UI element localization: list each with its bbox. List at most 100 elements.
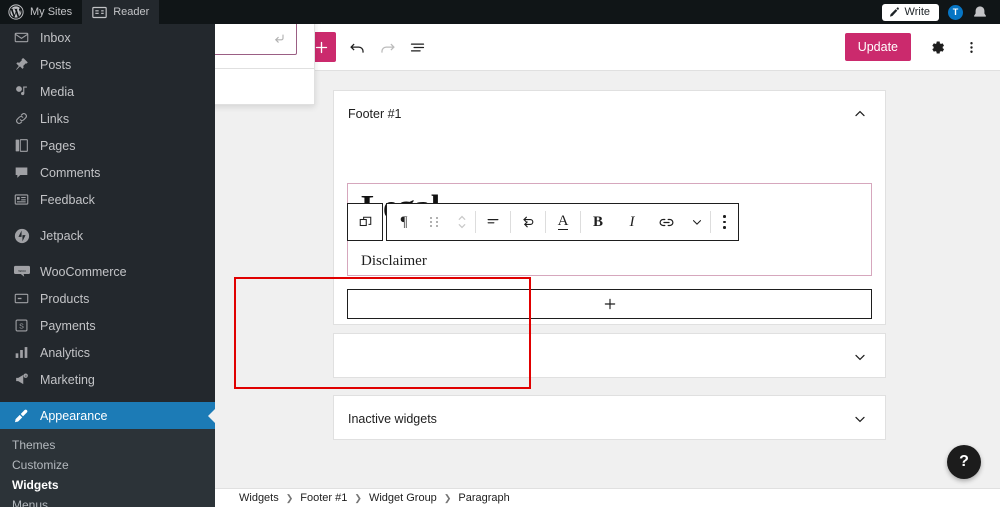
breadcrumb-separator: ❯ xyxy=(354,492,362,503)
sidebar-subitem-menus[interactable]: Menus xyxy=(0,495,215,507)
analytics-bars-icon xyxy=(12,345,31,360)
jetpack-icon xyxy=(12,228,31,244)
sidebar-separator xyxy=(0,213,215,222)
sidebar-item-posts[interactable]: Posts xyxy=(0,51,215,78)
sidebar-subitem-widgets[interactable]: Widgets xyxy=(0,475,215,495)
sidebar-item-jetpack[interactable]: Jetpack xyxy=(0,222,215,249)
adminbar-my-sites-label: My Sites xyxy=(30,6,73,18)
underlined-a-icon: A xyxy=(557,212,569,231)
svg-text:woo: woo xyxy=(18,268,26,273)
breadcrumb: Widgets ❯ Footer #1 ❯ Widget Group ❯ Paragraph xyxy=(215,488,1000,507)
align-text-button[interactable] xyxy=(476,204,510,240)
undo-arrow-icon xyxy=(350,43,364,53)
wp-admin-bar: My Sites Reader Write T xyxy=(0,0,1000,24)
block-toolbar-main-group: ¶ A B I xyxy=(386,203,739,241)
adminbar-my-sites[interactable]: My Sites xyxy=(0,0,82,24)
drag-dots-icon xyxy=(430,217,439,227)
help-button[interactable]: ? xyxy=(947,445,981,479)
panel-title: Inactive widgets xyxy=(348,411,437,426)
sidebar-item-links[interactable]: Links xyxy=(0,105,215,132)
drag-handle-button[interactable] xyxy=(421,204,448,240)
breadcrumb-item[interactable]: Paragraph xyxy=(458,492,509,504)
italic-button[interactable]: I xyxy=(615,204,649,240)
chevron-down-icon[interactable] xyxy=(852,349,868,365)
redo-button[interactable] xyxy=(372,32,402,62)
sidebar-item-label: Payments xyxy=(40,318,96,333)
update-button[interactable]: Update xyxy=(844,33,911,61)
woocommerce-icon: woo xyxy=(12,264,31,279)
pages-icon xyxy=(12,138,31,153)
media-icon xyxy=(12,84,31,99)
sidebar-item-analytics[interactable]: Analytics xyxy=(0,339,215,366)
write-button[interactable]: Write xyxy=(881,3,939,21)
more-rich-text-button[interactable] xyxy=(683,204,710,240)
chevron-down-icon xyxy=(692,220,701,225)
adminbar-reader[interactable]: Reader xyxy=(82,0,160,24)
avatar-initial: T xyxy=(952,7,959,17)
editor-header-right-group: Update xyxy=(844,32,986,62)
sidebar-item-inbox[interactable]: Inbox xyxy=(0,24,215,51)
block-type-paragraph-button[interactable]: ¶ xyxy=(387,204,421,240)
undo-button[interactable] xyxy=(342,32,372,62)
sidebar-item-label: Jetpack xyxy=(40,228,84,243)
sidebar-item-media[interactable]: Media xyxy=(0,78,215,105)
gear-icon xyxy=(931,41,944,53)
bell-icon[interactable] xyxy=(972,5,988,20)
link-button[interactable] xyxy=(649,204,683,240)
list-view-icon xyxy=(410,42,425,52)
sidebar-item-woocommerce[interactable]: woo WooCommerce xyxy=(0,258,215,285)
move-up-down-button[interactable] xyxy=(448,204,475,240)
paragraph-block[interactable]: Disclaimer xyxy=(361,253,871,270)
sidebar-subitem-themes[interactable]: Themes xyxy=(0,435,215,455)
bold-button[interactable]: B xyxy=(581,204,615,240)
sidebar-item-feedback[interactable]: Feedback xyxy=(0,186,215,213)
sidebar-item-label: Comments xyxy=(40,165,101,180)
sidebar-item-appearance[interactable]: Appearance xyxy=(0,402,215,429)
adminbar-reader-label: Reader xyxy=(113,6,150,18)
parent-block-icon xyxy=(359,216,371,226)
ellipsis-vertical-icon xyxy=(723,215,726,229)
block-toolbar: ¶ A B I xyxy=(347,203,739,241)
sidebar-subitem-customize[interactable]: Customize xyxy=(0,455,215,475)
ellipsis-vertical-icon xyxy=(969,41,973,53)
payments-icon: S xyxy=(12,318,31,333)
breadcrumb-separator: ❯ xyxy=(285,492,294,503)
sidebar-item-label: Inbox xyxy=(40,30,71,45)
enter-return-arrow-icon[interactable] xyxy=(271,31,287,47)
panel-header[interactable]: Inactive widgets xyxy=(334,396,885,441)
sidebar-separator xyxy=(0,393,215,402)
avatar[interactable]: T xyxy=(948,4,963,20)
chevron-up-icon[interactable] xyxy=(852,106,868,122)
text-color-button[interactable]: A xyxy=(546,204,580,240)
sidebar-item-payments[interactable]: S Payments xyxy=(0,312,215,339)
sidebar-item-products[interactable]: Products xyxy=(0,285,215,312)
sidebar-item-marketing[interactable]: 0 Marketing xyxy=(0,366,215,393)
widget-area-panel-inactive-widgets[interactable]: Inactive widgets xyxy=(333,395,886,440)
panel-header[interactable]: Footer #1 xyxy=(334,91,885,136)
transform-block-button[interactable] xyxy=(511,204,545,240)
sidebar-item-label: Pages xyxy=(40,138,76,153)
chevron-down-icon[interactable] xyxy=(852,411,868,427)
pin-icon xyxy=(12,57,31,72)
sidebar-item-comments[interactable]: Comments xyxy=(0,159,215,186)
products-icon xyxy=(12,291,31,306)
link-chain-icon xyxy=(12,111,31,126)
breadcrumb-item[interactable]: Widgets xyxy=(239,492,279,504)
sidebar-item-appearance-label: Appearance xyxy=(40,408,108,423)
breadcrumb-item[interactable]: Footer #1 xyxy=(300,492,347,504)
plus-icon xyxy=(315,41,328,53)
envelope-icon xyxy=(12,30,31,45)
transform-arrow-icon xyxy=(523,216,534,228)
sidebar-item-label: Media xyxy=(40,84,75,99)
breadcrumb-separator: ❯ xyxy=(443,492,452,503)
adminbar-right-group: Write T xyxy=(881,3,1000,21)
sidebar-item-pages[interactable]: Pages xyxy=(0,132,215,159)
breadcrumb-item[interactable]: Widget Group xyxy=(369,492,437,504)
list-view-button[interactable] xyxy=(402,32,432,62)
settings-button[interactable] xyxy=(922,32,952,62)
block-options-button[interactable] xyxy=(711,204,738,240)
megaphone-icon: 0 xyxy=(12,372,31,387)
more-options-button[interactable] xyxy=(956,32,986,62)
select-parent-block-button[interactable] xyxy=(348,204,382,240)
feedback-icon xyxy=(12,192,31,207)
